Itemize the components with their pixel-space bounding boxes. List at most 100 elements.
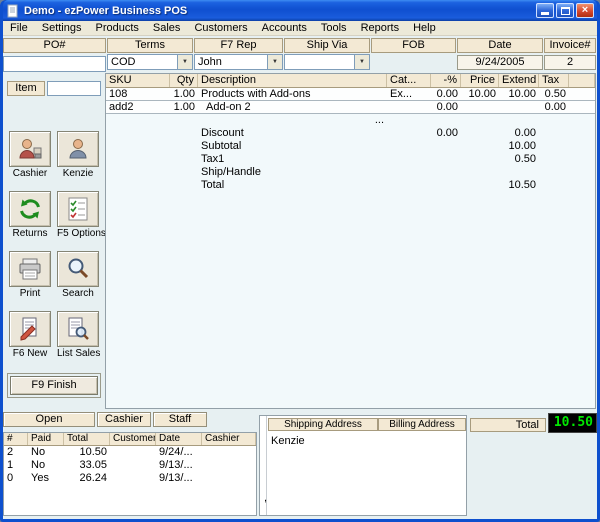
shipvia-dropdown-arrow-icon[interactable]: ▼ <box>354 55 369 69</box>
staff-person-icon <box>69 139 87 159</box>
grid-empty-area <box>106 192 595 408</box>
fob-label: FOB <box>371 38 456 53</box>
search-button[interactable] <box>57 251 99 287</box>
cell-total: 10.50 <box>79 446 107 458</box>
invoice-value: 2 <box>544 55 596 70</box>
cell-discount-pct: 0.00 <box>436 88 458 100</box>
tab-cashier[interactable]: Cashier <box>97 412 151 427</box>
date-value: 9/24/2005 <box>457 55 543 70</box>
window-content: File Settings Products Sales Customers A… <box>3 21 597 519</box>
col-qty[interactable]: Qty <box>170 74 198 87</box>
line-item-row[interactable]: 108 1.00 Products with Add-ons Ex... 0.0… <box>106 88 595 101</box>
summary-row-tax1: Tax1 0.50 <box>106 153 595 166</box>
shipping-address-header[interactable]: Shipping Address <box>268 418 378 431</box>
summary-label: Ship/Handle <box>201 166 261 178</box>
rep-value: John <box>198 56 222 68</box>
f9-finish-button[interactable]: F9 Finish <box>10 376 98 395</box>
finish-button-frame: F9 Finish <box>7 373 101 398</box>
col-cashier[interactable]: Cashier <box>202 433 256 445</box>
summary-row-discount: Discount 0.00 0.00 <box>106 127 595 140</box>
col-customer[interactable]: Customer <box>110 433 156 445</box>
tab-open[interactable]: Open <box>3 412 95 427</box>
app-icon <box>6 4 20 18</box>
po-input[interactable] <box>3 56 106 72</box>
col-extend[interactable]: Extend <box>499 74 539 87</box>
cell-extend <box>499 101 539 113</box>
summary-pct: 0.00 <box>436 127 458 139</box>
window-title: Demo - ezPower Business POS <box>24 4 188 17</box>
list-sales-button[interactable] <box>57 311 99 347</box>
summary-extend: 0.00 <box>514 127 536 139</box>
date-label: Date <box>457 38 543 53</box>
line-item-row[interactable]: add2 1.00 Add-on 2 0.00 0.00 <box>106 101 595 114</box>
col-total[interactable]: Total <box>64 433 110 445</box>
col-sku[interactable]: SKU <box>106 74 170 87</box>
menu-sales[interactable]: Sales <box>146 21 188 36</box>
col-paid[interactable]: Paid <box>28 433 64 445</box>
f6-new-button[interactable] <box>9 311 51 347</box>
summary-label: Subtotal <box>201 140 242 152</box>
billing-address-header[interactable]: Billing Address <box>378 418 466 431</box>
menu-file[interactable]: File <box>3 21 35 36</box>
shipvia-dropdown[interactable]: ▼ <box>284 54 370 70</box>
grand-total-label: Total <box>470 418 546 432</box>
menu-accounts[interactable]: Accounts <box>255 21 314 36</box>
cell-date: 9/24/... <box>159 446 193 458</box>
close-button[interactable]: × <box>576 3 594 18</box>
title-bar[interactable]: Demo - ezPower Business POS × <box>3 0 597 21</box>
cell-num: 2 <box>7 446 14 458</box>
item-entry-input[interactable] <box>47 81 101 96</box>
print-button[interactable] <box>9 251 51 287</box>
terms-dropdown[interactable]: COD ▼ <box>107 54 193 70</box>
open-order-row[interactable]: 0 Yes 26.24 9/13/... <box>4 472 256 485</box>
cell-sku: 108 <box>109 88 128 100</box>
col-description[interactable]: Description <box>198 74 387 87</box>
terms-dropdown-arrow-icon[interactable]: ▼ <box>177 55 192 69</box>
cell-cashier <box>202 459 256 472</box>
rep-label: F7 Rep <box>194 38 283 53</box>
col-discount-pct[interactable]: -% <box>431 74 461 87</box>
rep-dropdown-arrow-icon[interactable]: ▼ <box>267 55 282 69</box>
menu-reports[interactable]: Reports <box>354 21 407 36</box>
maximize-button[interactable] <box>556 3 574 18</box>
more-items-row: ... <box>106 114 595 127</box>
kenzie-button[interactable] <box>57 131 99 167</box>
menu-customers[interactable]: Customers <box>187 21 254 36</box>
summary-row-ship-handle: Ship/Handle <box>106 166 595 179</box>
f5-options-button[interactable] <box>57 191 99 227</box>
po-label: PO# <box>3 38 106 53</box>
open-order-row[interactable]: 1 No 33.05 9/13/... <box>4 459 256 472</box>
invoice-label: Invoice# <box>544 38 596 53</box>
minimize-button[interactable] <box>536 3 554 18</box>
cell-date: 9/13/... <box>159 459 193 471</box>
sidebar: Item Cashier Kenzie Returns F5 Options P… <box>3 73 106 409</box>
menu-products[interactable]: Products <box>88 21 145 36</box>
menu-help[interactable]: Help <box>406 21 443 36</box>
cell-cashier <box>202 472 256 485</box>
cashier-button[interactable] <box>9 131 51 167</box>
grand-total-display: 10.50 <box>548 413 597 433</box>
shipping-address-extra: , <box>264 492 268 504</box>
line-items-header: SKU Qty Description Cat... -% Price Exte… <box>106 74 595 88</box>
col-price[interactable]: Price <box>461 74 499 87</box>
menu-settings[interactable]: Settings <box>35 21 89 36</box>
col-category[interactable]: Cat... <box>387 74 431 87</box>
summary-label: Discount <box>201 127 244 139</box>
cell-description: Products with Add-ons <box>201 88 311 100</box>
col-num[interactable]: # <box>4 433 28 445</box>
shipping-address-name: Kenzie <box>271 435 305 447</box>
menu-tools[interactable]: Tools <box>314 21 354 36</box>
cell-price <box>461 101 499 113</box>
f6-new-button-label: F6 New <box>12 348 48 359</box>
tab-staff[interactable]: Staff <box>153 412 207 427</box>
col-tax[interactable]: Tax <box>539 74 569 87</box>
cell-total: 33.05 <box>79 459 107 471</box>
returns-button[interactable] <box>9 191 51 227</box>
cell-tax: 0.00 <box>544 101 566 113</box>
rep-dropdown[interactable]: John ▼ <box>194 54 283 70</box>
list-sales-icon <box>68 317 89 340</box>
col-date[interactable]: Date <box>156 433 202 445</box>
open-order-row[interactable]: 2 No 10.50 9/24/... <box>4 446 256 459</box>
cell-category: Ex... <box>390 88 413 100</box>
cell-paid: No <box>31 459 46 471</box>
